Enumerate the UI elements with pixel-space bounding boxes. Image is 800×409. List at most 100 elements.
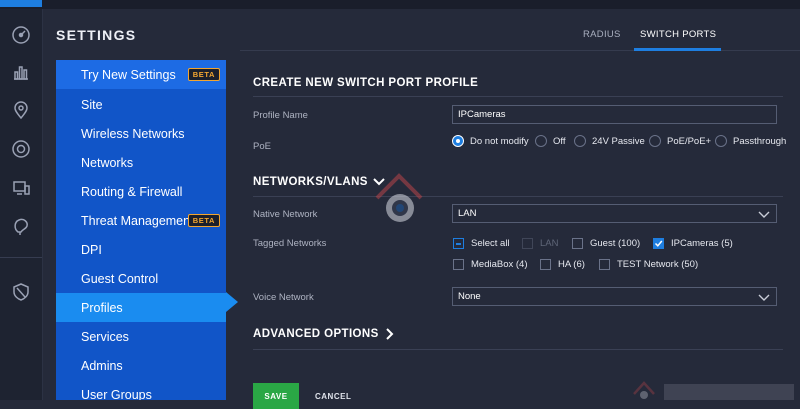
top-bar-accent bbox=[0, 0, 42, 7]
dashboard-icon[interactable] bbox=[8, 22, 34, 48]
tab-radius[interactable]: RADIUS bbox=[583, 29, 621, 40]
sidebar-item-label: Services bbox=[81, 329, 129, 344]
icon-rail bbox=[0, 9, 43, 400]
sidebar-item-admins[interactable]: Admins bbox=[56, 351, 226, 380]
sidebar-item-label: Networks bbox=[81, 155, 134, 170]
form-heading: CREATE NEW SWITCH PORT PROFILE bbox=[253, 77, 479, 89]
checkbox-checked-icon bbox=[653, 238, 664, 249]
save-button[interactable]: SAVE bbox=[253, 383, 299, 409]
sidebar-item-services[interactable]: Services bbox=[56, 322, 226, 351]
radio-label: PoE/PoE+ bbox=[667, 135, 712, 147]
advanced-divider bbox=[253, 349, 783, 350]
checkbox-icon bbox=[540, 259, 551, 270]
checkbox-icon bbox=[599, 259, 610, 270]
sidebar-item-label: Threat Management bbox=[81, 213, 194, 228]
sidebar-item-wireless-networks[interactable]: Wireless Networks bbox=[56, 119, 226, 148]
radio-icon bbox=[649, 135, 661, 147]
brand-watermark-icon bbox=[633, 381, 794, 400]
house-camera-watermark-icon bbox=[375, 173, 423, 222]
sidebar-item-label: Wireless Networks bbox=[81, 126, 185, 141]
insights-icon[interactable] bbox=[8, 213, 34, 239]
tagged-test-network-checkbox[interactable]: TEST Network (50) bbox=[599, 259, 698, 270]
poe-option-24v-passive[interactable]: 24V Passive bbox=[574, 135, 645, 147]
sidebar-item-label: Site bbox=[81, 97, 103, 112]
advanced-options-heading: ADVANCED OPTIONS bbox=[253, 328, 379, 341]
poe-option-do-not-modify[interactable]: Do not modify bbox=[452, 135, 529, 147]
checkbox-icon bbox=[453, 259, 464, 270]
alerts-icon[interactable] bbox=[8, 279, 34, 305]
radio-label: Passthrough bbox=[733, 135, 787, 147]
poe-option-passthrough[interactable]: Passthrough bbox=[715, 135, 786, 147]
checkbox-label: LAN bbox=[540, 238, 559, 249]
sidebar-item-user-groups[interactable]: User Groups bbox=[56, 380, 226, 401]
tagged-mediabox-checkbox[interactable]: MediaBox (4) bbox=[453, 259, 528, 270]
voice-network-select[interactable]: None bbox=[452, 287, 777, 306]
sidebar-item-try-new-settings[interactable]: Try New Settings BETA bbox=[56, 60, 226, 89]
checkbox-label: Guest (100) bbox=[590, 238, 641, 249]
tagged-ipcameras-checkbox[interactable]: IPCameras (5) bbox=[653, 238, 733, 249]
tagged-lan-checkbox: LAN bbox=[522, 238, 558, 249]
sidebar-item-label: DPI bbox=[81, 242, 102, 257]
checkbox-label: Select all bbox=[471, 238, 510, 249]
sidebar-item-site[interactable]: Site bbox=[56, 90, 226, 119]
native-network-label: Native Network bbox=[253, 209, 318, 220]
checkbox-icon bbox=[572, 238, 583, 249]
radio-label: 24V Passive bbox=[592, 135, 645, 147]
radio-label: Off bbox=[553, 135, 566, 147]
rail-divider bbox=[0, 257, 42, 258]
sidebar-item-label: Admins bbox=[81, 358, 123, 373]
radio-icon bbox=[715, 135, 727, 147]
checkbox-label: MediaBox (4) bbox=[471, 259, 528, 270]
poe-option-off[interactable]: Off bbox=[535, 135, 566, 147]
networks-vlans-toggle[interactable]: NETWORKS/VLANS bbox=[253, 176, 386, 188]
sidebar-item-label: Profiles bbox=[81, 300, 123, 315]
top-bar bbox=[0, 0, 800, 9]
sidebar-item-label: Routing & Firewall bbox=[81, 184, 183, 199]
sidebar-item-label: Try New Settings bbox=[81, 67, 176, 82]
poe-label: PoE bbox=[253, 141, 271, 152]
devices-icon[interactable] bbox=[8, 136, 34, 162]
checkbox-label: TEST Network (50) bbox=[617, 259, 699, 270]
chevron-down-icon bbox=[758, 294, 770, 301]
tagged-networks-label: Tagged Networks bbox=[253, 238, 327, 249]
tagged-guest-checkbox[interactable]: Guest (100) bbox=[572, 238, 640, 249]
sidebar-item-label: User Groups bbox=[81, 387, 152, 401]
native-network-select[interactable]: LAN bbox=[452, 204, 777, 223]
select-value: None bbox=[458, 291, 481, 302]
networks-divider bbox=[253, 196, 783, 197]
sidebar-item-profiles[interactable]: Profiles bbox=[56, 293, 226, 322]
checkbox-label: IPCameras (5) bbox=[671, 238, 733, 249]
checkbox-label: HA (6) bbox=[558, 259, 585, 270]
beta-badge: BETA bbox=[187, 68, 220, 81]
clients-icon[interactable] bbox=[8, 175, 34, 201]
tab-switch-ports[interactable]: SWITCH PORTS bbox=[640, 29, 716, 40]
tagged-select-all-checkbox[interactable]: Select all bbox=[453, 238, 510, 249]
profile-name-label: Profile Name bbox=[253, 110, 308, 121]
profile-name-input[interactable]: IPCameras bbox=[452, 105, 777, 124]
radio-icon bbox=[535, 135, 547, 147]
checkbox-icon bbox=[522, 238, 533, 249]
tagged-ha-checkbox[interactable]: HA (6) bbox=[540, 259, 585, 270]
active-tab-indicator bbox=[634, 48, 721, 51]
chevron-right-icon bbox=[386, 328, 394, 340]
statistics-icon[interactable] bbox=[8, 59, 34, 85]
sidebar-item-dpi[interactable]: DPI bbox=[56, 235, 226, 264]
advanced-options-toggle[interactable]: ADVANCED OPTIONS bbox=[253, 328, 395, 340]
sidebar-item-routing-firewall[interactable]: Routing & Firewall bbox=[56, 177, 226, 206]
radio-icon bbox=[574, 135, 586, 147]
poe-option-poe[interactable]: PoE/PoE+ bbox=[649, 135, 711, 147]
checkbox-partial-icon bbox=[453, 238, 464, 249]
sidebar-item-guest-control[interactable]: Guest Control bbox=[56, 264, 226, 293]
networks-vlans-heading: NETWORKS/VLANS bbox=[253, 176, 368, 188]
select-value: LAN bbox=[458, 208, 477, 219]
active-item-pointer bbox=[226, 292, 238, 312]
settings-title: SETTINGS bbox=[56, 27, 137, 43]
radio-selected-icon bbox=[452, 135, 464, 147]
sidebar-item-networks[interactable]: Networks bbox=[56, 148, 226, 177]
beta-badge: BETA bbox=[187, 214, 220, 227]
map-icon[interactable] bbox=[8, 97, 34, 123]
heading-divider bbox=[253, 96, 783, 97]
sidebar-item-threat-management[interactable]: Threat Management BETA bbox=[56, 206, 226, 235]
voice-network-label: Voice Network bbox=[253, 292, 314, 303]
radio-label: Do not modify bbox=[470, 135, 529, 147]
